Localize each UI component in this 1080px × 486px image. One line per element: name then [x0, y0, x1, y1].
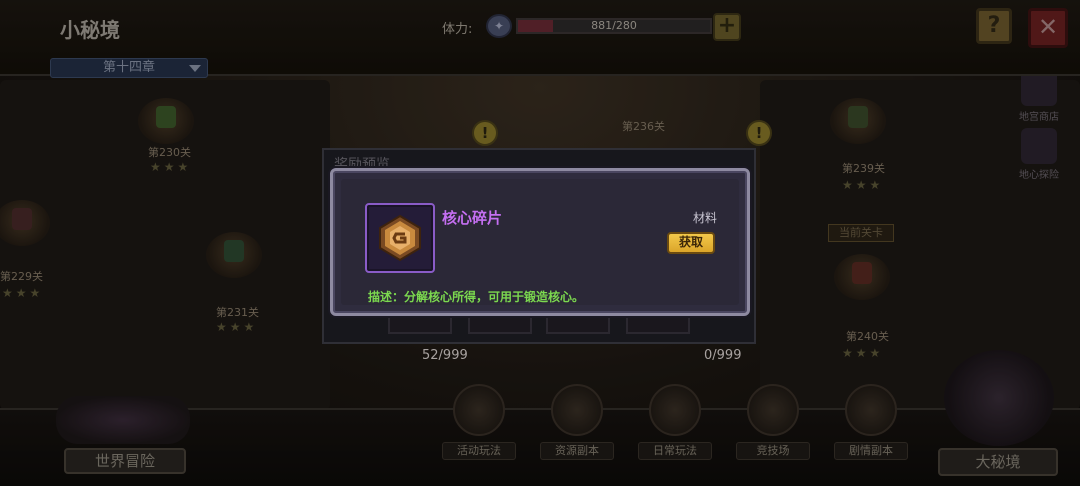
item-frame [365, 203, 435, 273]
reward-count-left: 52/999 [422, 348, 468, 363]
core-fragment-icon [379, 214, 421, 262]
item-name: 核心碎片 [442, 209, 503, 227]
reward-count-right: 0/999 [704, 348, 742, 363]
item-description: 描述：分解核心所得，可用于锻造核心。 [368, 290, 585, 304]
reward-slot [626, 314, 690, 334]
reward-slot [546, 314, 610, 334]
reward-slot [468, 314, 532, 334]
item-detail-body: 核心碎片 材料 获取 描述：分解核心所得，可用于锻造核心。 [341, 179, 739, 305]
item-detail-dialog: 核心碎片 材料 获取 描述：分解核心所得，可用于锻造核心。 [330, 168, 750, 316]
obtain-button[interactable]: 获取 [667, 232, 715, 254]
reward-slot [388, 314, 452, 334]
item-type: 材料 [692, 211, 717, 225]
